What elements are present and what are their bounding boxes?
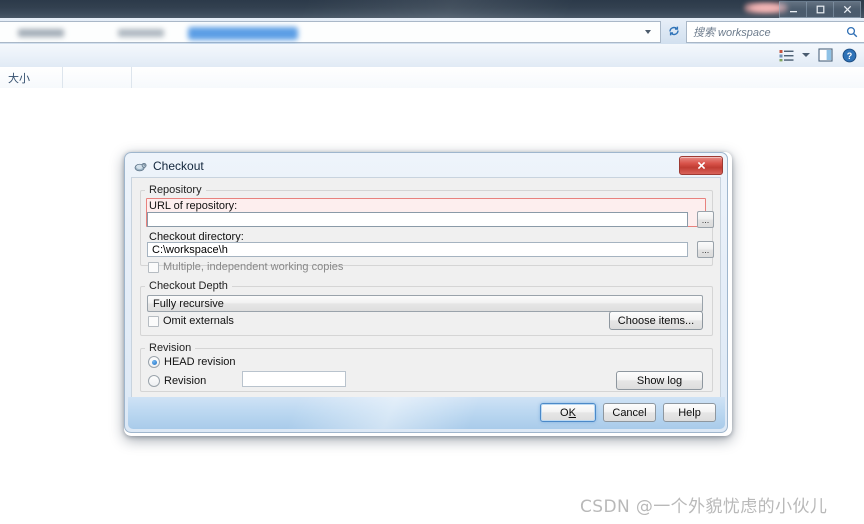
tortoisesvn-icon — [133, 159, 147, 173]
multiple-working-copies-checkbox[interactable] — [148, 262, 159, 273]
chevron-down-icon[interactable] — [645, 30, 651, 34]
explorer-address-row: 搜索 workspace — [0, 18, 864, 48]
ok-button-label: OK — [560, 406, 576, 419]
url-of-repository-input[interactable] — [147, 212, 688, 227]
dialog-title-bar[interactable]: Checkout — [127, 155, 725, 177]
ok-mnemonic: K — [568, 406, 576, 419]
checkout-directory-browse-button[interactable]: ... — [697, 241, 714, 258]
revision-radio[interactable] — [148, 375, 160, 387]
revision-radio-label: Revision — [164, 375, 207, 387]
csdn-watermark: CSDN @一个外貌忧虑的小伙儿 — [580, 497, 828, 517]
preview-pane-icon[interactable] — [817, 47, 834, 63]
revision-group-label: Revision — [145, 342, 196, 354]
column-header-size[interactable]: 大小 — [0, 67, 63, 88]
choose-items-button[interactable]: Choose items... — [609, 311, 703, 330]
chevron-down-icon[interactable] — [802, 53, 810, 57]
maximize-button[interactable] — [806, 1, 833, 18]
address-bar[interactable] — [0, 21, 661, 43]
screen: 搜索 workspace ? 大小 Checkout Repository UR… — [0, 0, 864, 524]
dialog-close-button[interactable] — [679, 156, 723, 175]
checkout-depth-select[interactable]: Fully recursive — [147, 295, 703, 312]
minimize-button[interactable] — [779, 1, 806, 18]
checkout-dialog: Checkout Repository URL of repository: .… — [124, 152, 728, 433]
address-breadcrumb-blurred — [18, 27, 298, 40]
checkout-depth-group-label: Checkout Depth — [145, 280, 232, 292]
search-icon — [846, 26, 858, 41]
file-list-column-header: 大小 — [0, 67, 864, 89]
column-header-blank[interactable] — [63, 67, 132, 88]
toolbar-right-group: ? — [778, 47, 858, 63]
close-button[interactable] — [833, 1, 861, 18]
help-icon[interactable]: ? — [841, 47, 858, 63]
ok-button[interactable]: OK — [540, 403, 596, 422]
help-button[interactable]: Help — [663, 403, 716, 422]
url-of-repository-label: URL of repository: — [149, 200, 238, 212]
dialog-title: Checkout — [153, 159, 204, 173]
repository-group-label: Repository — [145, 184, 206, 196]
explorer-toolbar: ? — [0, 44, 864, 68]
show-log-button[interactable]: Show log — [616, 371, 703, 390]
dialog-footer: OK Cancel Help — [128, 397, 725, 429]
revision-number-input[interactable] — [242, 371, 346, 387]
omit-externals-label: Omit externals — [163, 315, 234, 327]
dialog-client-area: Repository URL of repository: ... Checko… — [131, 177, 721, 399]
cancel-button[interactable]: Cancel — [603, 403, 656, 422]
search-placeholder: 搜索 workspace — [693, 27, 771, 39]
url-browse-button[interactable]: ... — [697, 211, 714, 228]
omit-externals-checkbox[interactable] — [148, 316, 159, 327]
window-controls — [779, 1, 861, 18]
head-revision-radio[interactable] — [148, 356, 160, 368]
view-options-icon[interactable] — [778, 47, 795, 63]
refresh-icon[interactable] — [665, 22, 683, 40]
multiple-working-copies-label: Multiple, independent working copies — [163, 261, 344, 273]
explorer-title-bar — [0, 0, 864, 18]
search-input[interactable]: 搜索 workspace — [686, 21, 864, 43]
head-revision-label: HEAD revision — [164, 356, 236, 368]
checkout-directory-input[interactable]: C:\workspace\h — [147, 242, 688, 257]
svg-text:?: ? — [847, 51, 853, 61]
